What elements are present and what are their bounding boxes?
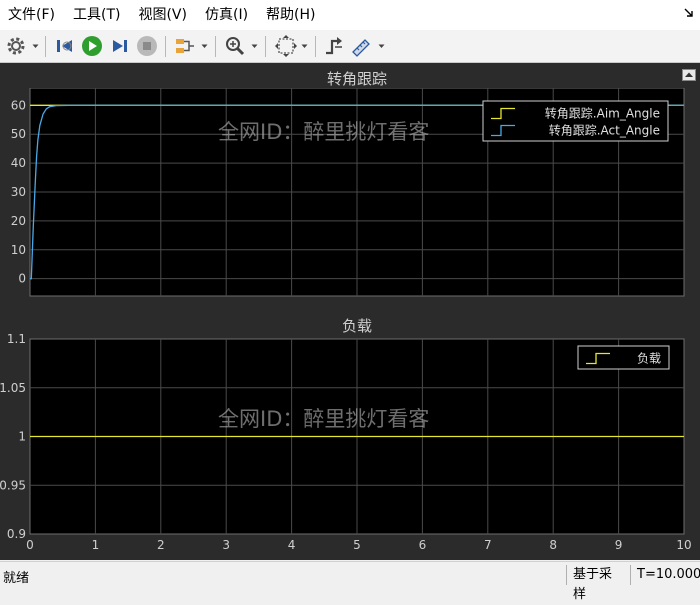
chart-2-xtick-label: 8 [549, 538, 557, 552]
toolbar-separator [45, 36, 46, 57]
gear-icon[interactable] [4, 34, 28, 58]
fit-dropdown-chevron-down-icon[interactable] [300, 38, 309, 54]
chart-2-xtick-label: 3 [222, 538, 230, 552]
toolbar-separator [165, 36, 166, 57]
chart-2-title: 负载 [341, 317, 372, 335]
status-ready: 就绪 [3, 571, 30, 586]
chart-2-xtick-label: 7 [484, 538, 492, 552]
chart-2-xtick-label: 10 [676, 538, 691, 552]
signal-dropdown-chevron-down-icon[interactable] [200, 38, 209, 54]
chart-1-ytick-label: 50 [11, 127, 26, 141]
measure-dropdown-chevron-down-icon[interactable] [377, 38, 386, 54]
chart-2-xtick-label: 6 [419, 538, 427, 552]
toolbar-separator [215, 36, 216, 57]
chart-2-ytick-label: 0.9 [7, 527, 26, 541]
chart-2-xtick-label: 9 [615, 538, 623, 552]
chart-1-ytick-label: 30 [11, 185, 26, 199]
chart-2-xtick-label: 4 [288, 538, 296, 552]
menu-file[interactable]: 文件(F) [0, 0, 64, 30]
chart-1-ytick-label: 60 [11, 98, 26, 112]
zoom-dropdown-chevron-down-icon[interactable] [250, 38, 259, 54]
chart-2-ytick-label: 1.05 [0, 381, 26, 395]
chart-2-xtick-label: 1 [92, 538, 100, 552]
stop-icon[interactable] [135, 34, 159, 58]
menu-simulation[interactable]: 仿真(I) [196, 0, 257, 30]
chart-2-ytick-label: 0.95 [0, 478, 26, 492]
chart-1-ytick-label: 40 [11, 156, 26, 170]
chart-2-xtick-label: 2 [157, 538, 165, 552]
menu-tools[interactable]: 工具(T) [64, 0, 129, 30]
chart-1-legend-label-1: 转角跟踪.Act_Angle [549, 123, 660, 138]
chart-1-ytick-label: 0 [18, 272, 26, 286]
chart-1-ytick-label: 20 [11, 214, 26, 228]
chart-2-xtick-label: 5 [353, 538, 361, 552]
menu-bar: 文件(F) 工具(T) 视图(V) 仿真(I) 帮助(H) [0, 0, 700, 30]
chart-1-axes[interactable]: 0 10 20 30 40 50 60 转角跟踪.Aim_Angle 转角跟踪.Act_Angl… [0, 88, 700, 318]
step-forward-icon[interactable] [107, 34, 131, 58]
chart-1-legend-label-0: 转角跟踪.Aim_Angle [545, 106, 660, 121]
status-time: T=10.000 [630, 565, 700, 585]
toolbar [0, 30, 700, 63]
measure-icon[interactable] [349, 34, 373, 58]
toolbar-separator [315, 36, 316, 57]
restore-panel-icon[interactable] [682, 66, 696, 81]
status-sample-mode: 基于采样 [566, 565, 630, 602]
status-bar: 就绪 基于采样 T=10.000 [0, 561, 700, 602]
chart-2-ytick-label: 1.1 [7, 334, 26, 346]
chart-1-ytick-label: 10 [11, 243, 26, 257]
zoom-icon[interactable] [223, 34, 247, 58]
signal-config-icon[interactable] [173, 34, 197, 58]
chart-2-ytick-label: 1 [18, 430, 26, 444]
dock-arrow-icon[interactable] [684, 7, 694, 21]
chart-1-title: 转角跟踪 [326, 70, 387, 88]
trigger-icon[interactable] [322, 34, 346, 58]
gear-dropdown-chevron-down-icon[interactable] [31, 38, 40, 54]
menu-view[interactable]: 视图(V) [129, 0, 196, 30]
chart-2-svg: 0.9 0.95 1 1.05 1.1 0 1 2 3 4 5 6 7 8 9 10 负载 [0, 334, 692, 552]
chart-1-svg: 0 10 20 30 40 50 60 转角跟踪.Aim_Angle 转角跟踪.Act_Angl… [11, 88, 685, 297]
chart-2-xtick-label: 0 [26, 538, 34, 552]
step-back-icon[interactable] [53, 34, 77, 58]
menu-help[interactable]: 帮助(H) [257, 0, 324, 30]
run-icon[interactable] [80, 34, 104, 58]
chart-2-legend-label-0: 负载 [637, 352, 661, 366]
toolbar-separator [265, 36, 266, 57]
chart-2-axes[interactable]: 0.9 0.95 1 1.05 1.1 0 1 2 3 4 5 6 7 8 9 10 负载 [0, 334, 700, 558]
fit-to-view-icon[interactable] [274, 34, 298, 58]
